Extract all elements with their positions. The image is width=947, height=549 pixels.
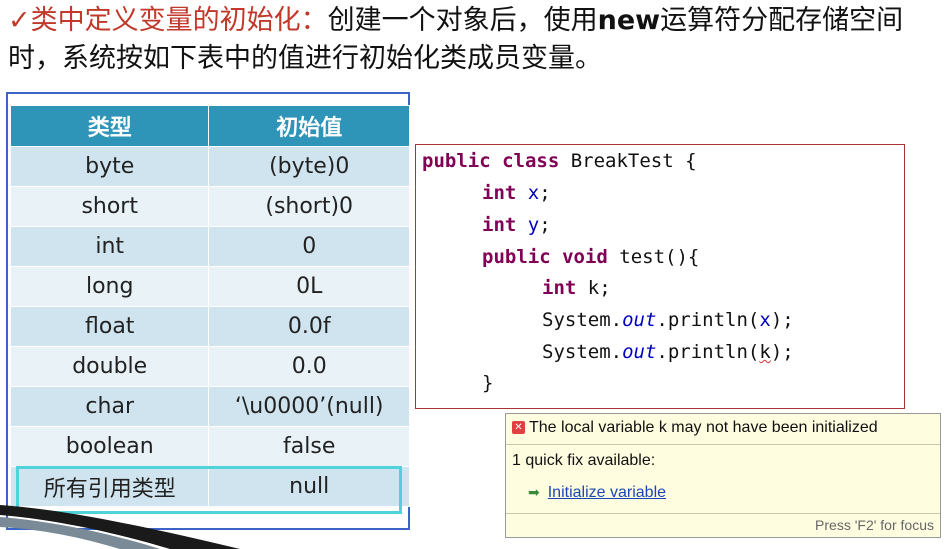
error-token-k[interactable]: k (759, 341, 770, 363)
heading-new-keyword: new (597, 5, 661, 36)
type-cell: char (9, 386, 210, 427)
initialize-variable-link[interactable]: Initialize variable (548, 484, 666, 501)
check-icon: ✓ (8, 5, 31, 36)
type-cell: byte (9, 146, 210, 187)
quick-fix-item[interactable]: ➡ Initialize variable (516, 484, 666, 502)
table-row: boolean false (9, 426, 410, 467)
value-cell: (byte)0 (208, 146, 410, 187)
table-row: float 0.0f (9, 306, 410, 347)
decorative-swoosh (0, 505, 240, 549)
quick-fix-count: 1 quick fix available: (512, 452, 656, 469)
value-cell: 0 (208, 226, 410, 267)
slide-heading: ✓类中定义变量的初始化：创建一个对象后，使用new运算符分配存储空间时，系统按如… (8, 2, 943, 78)
value-cell: 0.0f (208, 306, 410, 347)
table-row: char ‘\u0000’(null) (9, 386, 410, 427)
table-header-row: 类型 初始值 (9, 105, 410, 147)
type-cell: float (9, 306, 210, 347)
code-editor: public class BreakTest { int x; int y; p… (415, 144, 905, 409)
value-cell: false (208, 426, 410, 467)
type-cell: long (9, 266, 210, 307)
code-line-local-k: int k; (542, 277, 611, 299)
header-type: 类型 (9, 105, 210, 147)
code-line-close-brace: } (482, 372, 494, 394)
heading-title: 类中定义变量的初始化： (30, 5, 328, 36)
code-line-field-y: int y; (482, 214, 551, 236)
table-row: double 0.0 (9, 346, 410, 387)
code-line-print-k: System.out.println(k); (542, 341, 794, 363)
quick-fix-icon: ➡ (528, 484, 540, 501)
value-cell: 0L (208, 266, 410, 307)
table-row: long 0L (9, 266, 410, 307)
tooltip-footer: Press 'F2' for focus (815, 517, 934, 533)
type-cell: boolean (9, 426, 210, 467)
type-cell: short (9, 186, 210, 227)
header-initial-value: 初始值 (208, 105, 410, 147)
type-cell: double (9, 346, 210, 387)
tooltip-divider (506, 444, 940, 445)
error-message: The local variable k may not have been i… (529, 419, 878, 436)
code-line-class: public class BreakTest { (422, 150, 697, 172)
table-row: short (short)0 (9, 186, 410, 227)
tooltip-footer-divider (506, 513, 940, 514)
code-line-method: public void test(){ (482, 246, 700, 268)
error-icon: ✕ (512, 421, 525, 435)
value-cell: 0.0 (208, 346, 410, 387)
table-row: int 0 (9, 226, 410, 267)
code-line-print-x: System.out.println(x); (542, 309, 794, 331)
table-row: byte (byte)0 (9, 146, 410, 187)
heading-text-1: 创建一个对象后，使用 (327, 5, 598, 36)
default-values-table: 类型 初始值 byte (byte)0 short (short)0 int 0… (9, 105, 410, 507)
quick-fix-tooltip: ✕ The local variable k may not have been … (505, 413, 941, 538)
value-cell: ‘\u0000’(null) (208, 386, 410, 427)
error-message-row: ✕ The local variable k may not have been … (512, 419, 878, 437)
code-line-field-x: int x; (482, 182, 551, 204)
type-cell: int (9, 226, 210, 267)
value-cell: (short)0 (208, 186, 410, 227)
